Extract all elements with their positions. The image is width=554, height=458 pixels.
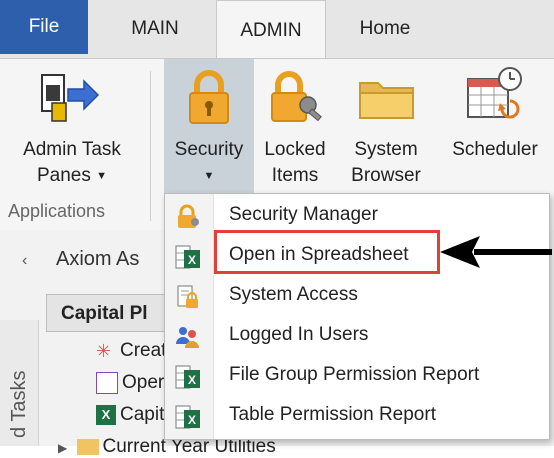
vertical-tab-label: d Tasks [8, 370, 30, 438]
tree-item-label: Creat [120, 340, 167, 361]
task-panes-icon [41, 74, 100, 122]
scheduler-label: Scheduler [452, 139, 538, 160]
tree-item[interactable]: Oper [96, 372, 164, 394]
section-header[interactable]: Capital Pl [46, 294, 176, 332]
tab-file[interactable]: File [0, 0, 88, 54]
ribbon-tabs: File MAIN ADMIN Home [0, 0, 554, 61]
group-separator [150, 71, 151, 221]
locked-items-button[interactable]: Locked Items [256, 59, 334, 199]
group-label-applications: Applications [8, 201, 106, 221]
system-access-icon [177, 285, 198, 308]
menu-item-system-access[interactable]: System Access [165, 276, 549, 316]
spreadsheet-icon: X [175, 245, 200, 269]
security-label: Security [174, 139, 244, 160]
svg-text:X: X [188, 373, 196, 387]
locked-items-label-2: Items [271, 165, 319, 186]
tree-item-label: Oper [122, 372, 165, 394]
users-icon [176, 327, 199, 348]
spreadsheet-icon: X [175, 405, 200, 429]
admin-task-panes-label-2: Panes [36, 165, 91, 187]
security-manager-icon [178, 204, 199, 228]
locked-items-icon [271, 71, 322, 122]
tab-home[interactable]: Home [324, 0, 446, 58]
menu-item-label: Security Manager [229, 204, 378, 225]
scheduler-icon [467, 67, 522, 119]
menu-item-label: Table Permission Report [229, 404, 436, 425]
sparkle-icon: ✳ [96, 340, 112, 361]
system-browser-button[interactable]: System Browser [338, 59, 434, 199]
open-report-icon [96, 372, 118, 394]
tab-admin[interactable]: ADMIN [216, 0, 326, 61]
expand-arrow-icon: ▶ [58, 441, 68, 455]
security-button[interactable]: Security ▼ [164, 59, 254, 201]
menu-item-label: Logged In Users [229, 324, 369, 345]
scheduler-button[interactable]: Scheduler [436, 59, 554, 199]
spreadsheet-icon: X [96, 404, 116, 425]
svg-text:X: X [188, 413, 196, 427]
menu-item-table-permission-report[interactable]: X Table Permission Report [165, 396, 549, 436]
dropdown-caret-icon: ▼ [203, 170, 215, 182]
tree-item-label: Capit [120, 404, 165, 425]
vertical-tab-strip[interactable]: d Tasks [0, 320, 39, 446]
tree-item[interactable]: ✳ Creat [96, 340, 166, 362]
menu-item-file-group-permission-report[interactable]: X File Group Permission Report [165, 356, 549, 396]
pointer-arrow-icon [440, 236, 552, 268]
folder-icon [76, 438, 99, 455]
menu-item-logged-in-users[interactable]: Logged In Users [165, 316, 549, 356]
collapse-panel-button[interactable]: ‹ [22, 252, 27, 270]
padlock-icon [189, 70, 229, 124]
menu-item-label: System Access [229, 284, 358, 305]
highlight-box [214, 230, 440, 274]
spreadsheet-icon: X [175, 365, 200, 389]
dropdown-caret-icon: ▼ [96, 170, 108, 182]
folder-icon [359, 82, 414, 119]
admin-task-panes-label-1: Admin Task [23, 139, 121, 160]
svg-text:X: X [188, 253, 196, 267]
system-browser-label-2: Browser [351, 165, 421, 186]
locked-items-label-1: Locked [264, 139, 326, 160]
panel-title: Axiom As [56, 248, 140, 270]
tree-item[interactable]: X Capit [96, 404, 164, 426]
tab-main[interactable]: MAIN [100, 0, 210, 58]
admin-task-panes-button[interactable]: Admin Task Panes ▼ [4, 59, 140, 199]
menu-item-label: File Group Permission Report [229, 364, 480, 385]
system-browser-label-1: System [354, 139, 418, 160]
